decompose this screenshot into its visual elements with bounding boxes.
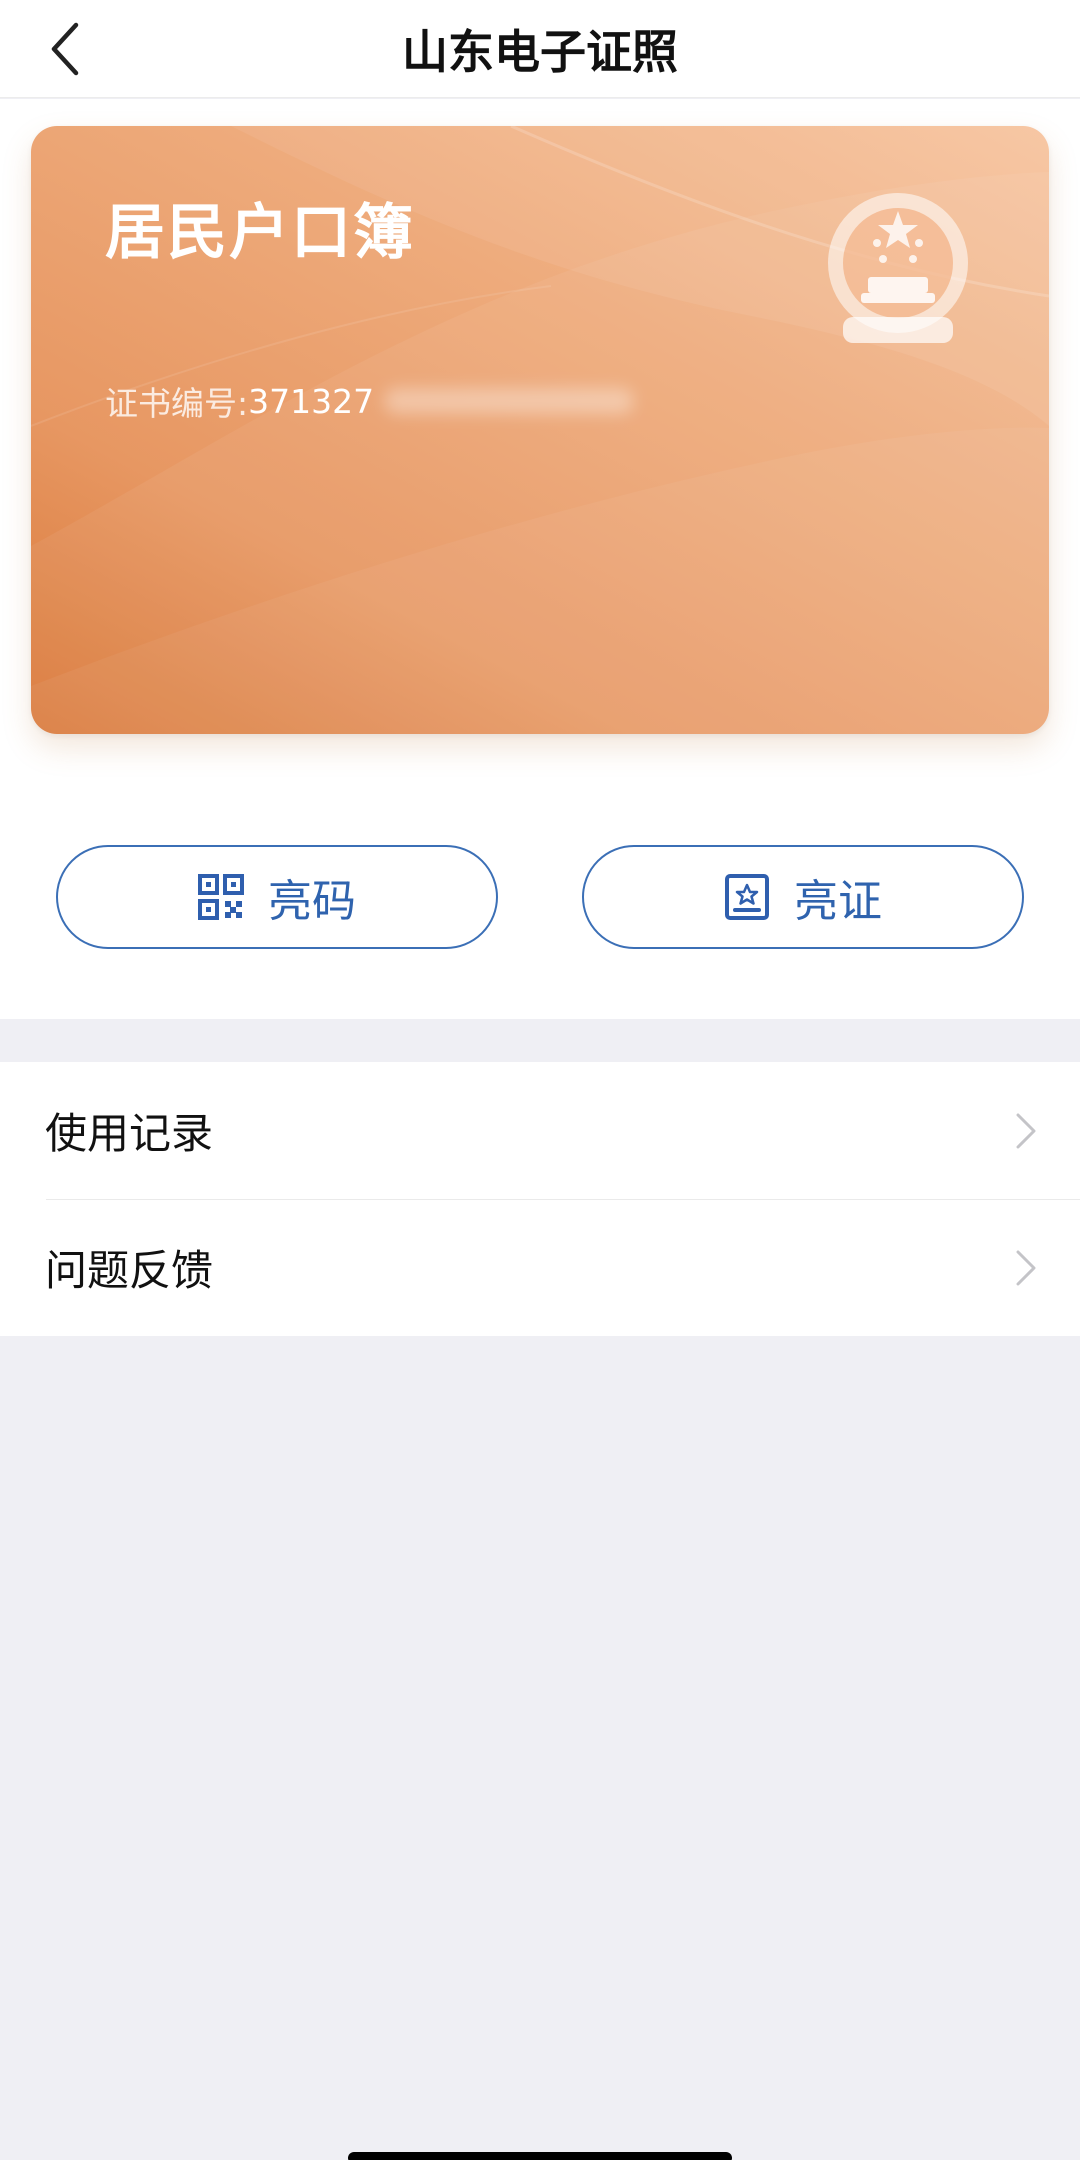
cert-number-redacted xyxy=(384,388,635,414)
show-code-button[interactable]: 亮码 xyxy=(56,845,498,949)
screen: 山东电子证照 居民户口簿 证书编号: 371327 亮码 亮证 使用记录 问题反… xyxy=(0,0,1080,2160)
certificate-icon xyxy=(724,874,770,920)
qr-code-icon xyxy=(198,874,244,920)
nav-bar: 山东电子证照 xyxy=(0,0,1080,98)
cert-number-row: 证书编号: 371327 xyxy=(105,376,635,426)
list-item-usage-records[interactable]: 使用记录 xyxy=(0,1062,1080,1199)
list-item-feedback[interactable]: 问题反馈 xyxy=(0,1199,1080,1336)
page-title: 山东电子证照 xyxy=(402,25,678,79)
show-code-label: 亮码 xyxy=(268,876,356,927)
chevron-right-icon xyxy=(1014,1111,1038,1151)
card-title: 居民户口簿 xyxy=(105,198,415,268)
chevron-right-icon xyxy=(1014,1248,1038,1288)
cert-number-value: 371327 xyxy=(248,381,375,421)
list-item-label: 问题反馈 xyxy=(45,1246,214,1295)
card-section: 居民户口簿 证书编号: 371327 亮码 亮证 xyxy=(0,99,1080,1019)
household-register-card[interactable]: 居民户口簿 证书编号: 371327 xyxy=(31,126,1049,734)
chevron-left-icon xyxy=(51,22,79,76)
show-certificate-button[interactable]: 亮证 xyxy=(582,845,1024,949)
show-certificate-label: 亮证 xyxy=(794,876,882,927)
menu-list: 使用记录 问题反馈 xyxy=(0,1062,1080,1336)
cert-number-label: 证书编号: xyxy=(105,384,249,423)
list-item-label: 使用记录 xyxy=(45,1109,214,1158)
back-button[interactable] xyxy=(30,12,100,86)
home-indicator xyxy=(348,2152,732,2160)
national-emblem-icon xyxy=(828,193,968,343)
